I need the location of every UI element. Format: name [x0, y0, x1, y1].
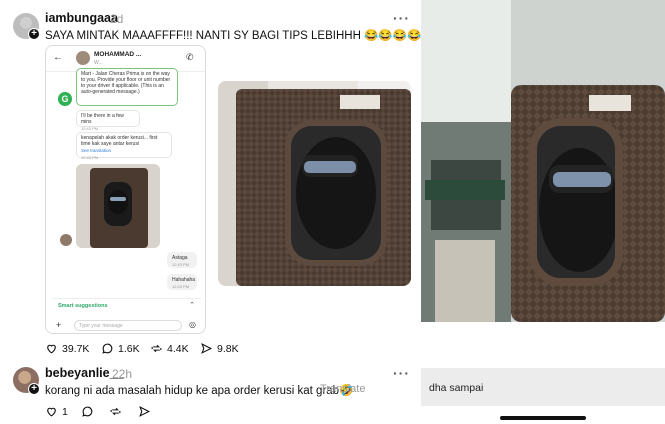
follow-plus-icon[interactable]: +	[28, 28, 40, 40]
chair-selfie-image[interactable]	[218, 81, 411, 286]
chat-input: Type your message	[74, 320, 182, 331]
reply-action[interactable]: 1.6K	[101, 342, 140, 355]
like-count: 1	[62, 405, 68, 418]
heart-icon	[47, 344, 56, 354]
chat-bubble: I'll be there in a few mins 12:43 PM	[76, 110, 140, 131]
chat-bubble-time: 12:43 PM	[81, 155, 99, 160]
grab-logo-icon: G	[58, 92, 72, 106]
reply-count: 1.6K	[118, 342, 140, 355]
repost-count: 4.4K	[167, 342, 189, 355]
chat-screenshot-image[interactable]: ← MOHAMMAD ... W... ✆ Mart - Jalan Chera…	[45, 45, 206, 334]
chat-bubble-text: kenapelah akak order kerusi... first tim…	[81, 135, 158, 147]
send-icon	[139, 406, 151, 417]
chat-bubble-text: Astaga	[172, 255, 188, 261]
chat-bubble-text: Hahahaha	[172, 277, 196, 283]
camera-icon: ◎	[189, 320, 196, 329]
home-indicator[interactable]	[500, 416, 586, 420]
comment-icon	[102, 343, 113, 354]
thread-panel: + iambungaaa 2d ··· SAYA MINTAK MAAAFFFF…	[0, 0, 421, 424]
reply-action[interactable]	[81, 405, 94, 418]
chat-bubble-outgoing: Hahahaha 12:43 PM	[167, 274, 197, 290]
chat-contact-sub: W...	[94, 60, 103, 66]
repost-icon	[151, 344, 162, 353]
reply-timestamp: 22h	[112, 367, 133, 381]
smart-suggestions-row: Smart suggestions ⌃	[52, 298, 201, 312]
send-icon	[201, 343, 213, 354]
back-arrow-icon: ←	[53, 52, 63, 63]
share-action[interactable]: 9.8K	[200, 342, 239, 355]
like-action[interactable]: 39.7K	[45, 342, 89, 355]
like-count: 39.7K	[62, 342, 90, 355]
more-options-icon[interactable]: ···	[393, 365, 410, 381]
post-username[interactable]: iambungaaa	[45, 11, 118, 25]
heart-icon	[47, 407, 56, 417]
chat-bubble-time: 12:43 PM	[172, 284, 190, 289]
comment-detail-panel: dha sampai	[421, 0, 665, 424]
chat-sender-avatar	[60, 234, 72, 246]
post-text: SAYA MINTAK MAAAFFFF!!! NANTI SY BAGI TI…	[45, 30, 422, 42]
chat-bubble-time: 12:43 PM	[172, 262, 190, 267]
repost-action[interactable]: 4.4K	[150, 342, 189, 355]
phone-icon: ✆	[186, 52, 194, 62]
comment-text: dha sampai	[429, 382, 484, 394]
smart-suggestions-label: Smart suggestions	[58, 303, 108, 309]
chat-photo-chair	[76, 164, 160, 248]
repost-action[interactable]	[109, 405, 122, 418]
translate-link[interactable]: Translate	[320, 383, 365, 395]
comment-icon	[82, 406, 93, 417]
chair-selfie-closeup-image[interactable]	[421, 0, 665, 322]
follow-plus-icon[interactable]: +	[28, 383, 40, 395]
plus-icon: +	[56, 320, 62, 330]
chat-bubble: kenapelah akak order kerusi... first tim…	[76, 132, 172, 160]
see-translation-link: See translation	[81, 148, 112, 153]
share-count: 9.8K	[217, 342, 239, 355]
chat-bubble-text: I'll be there in a few mins	[81, 113, 124, 125]
like-action[interactable]: 1	[45, 405, 68, 418]
chat-contact-avatar	[76, 51, 90, 65]
reply-text: korang ni ada masalah hidup ke apa order…	[45, 385, 354, 397]
share-action[interactable]	[138, 405, 151, 418]
system-message-bubble: Mart - Jalan Cheras Prima is on the way …	[76, 68, 178, 106]
more-options-icon[interactable]: ···	[393, 10, 410, 26]
chevron-up-icon: ⌃	[189, 302, 195, 309]
repost-icon	[110, 407, 121, 416]
chat-bubble-outgoing: Astaga 12:43 PM	[167, 252, 197, 268]
post-timestamp: 2d	[110, 12, 124, 26]
chat-contact-name: MOHAMMAD ...	[94, 51, 142, 58]
chat-input-row: + Type your message ◎	[52, 320, 201, 332]
